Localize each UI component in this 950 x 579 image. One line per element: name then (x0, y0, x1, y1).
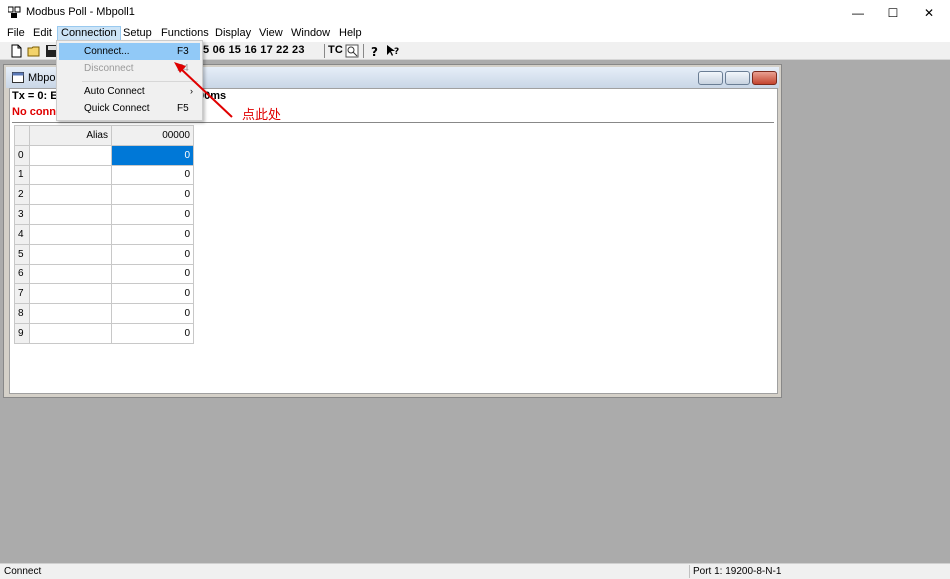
value-cell[interactable]: 0 (111, 144, 194, 166)
row-index: 9 (14, 322, 30, 344)
menu-view[interactable]: View (256, 26, 286, 41)
row-index: 4 (14, 223, 30, 245)
alias-cell[interactable] (29, 204, 112, 225)
traffic-monitor-icon[interactable] (345, 44, 359, 58)
status-divider (689, 565, 690, 578)
document-icon (12, 72, 24, 83)
table-row: 30 (14, 204, 194, 225)
status-hint: Connect (4, 566, 42, 577)
menu-setup[interactable]: Setup (120, 26, 155, 41)
minimize-button[interactable]: — (841, 0, 875, 25)
connection-status: No conne (12, 106, 63, 118)
submenu-arrow-icon: › (190, 86, 193, 96)
port-status: Port 1: 19200-8-N-1 (693, 566, 782, 577)
open-folder-icon[interactable] (27, 44, 41, 58)
maximize-button[interactable]: ☐ (876, 0, 910, 25)
tx-status: Tx = 0: E 00ms (12, 90, 227, 102)
menu-item-connect[interactable]: Connect... F3 (59, 43, 200, 60)
grid-header-row: Alias 00000 (14, 125, 194, 146)
menu-window[interactable]: Window (288, 26, 333, 41)
row-index: 3 (14, 204, 30, 225)
table-row: 60 (14, 263, 194, 285)
toolbar-separator (324, 44, 325, 58)
table-row: 20 (14, 184, 194, 206)
toolbar-separator (363, 44, 364, 58)
value-cell[interactable]: 0 (111, 184, 194, 206)
tc-button[interactable]: TC (328, 44, 343, 56)
window-title: Modbus Poll - Mbpoll1 (26, 6, 135, 18)
menu-functions[interactable]: Functions (158, 26, 212, 41)
value-cell[interactable]: 0 (111, 322, 194, 344)
child-window-title: Mbpo (28, 72, 56, 84)
row-index: 0 (14, 144, 30, 166)
alias-cell[interactable] (29, 283, 112, 305)
value-cell[interactable]: 0 (111, 263, 194, 285)
function-codes[interactable]: 5 06 15 16 17 22 23 (203, 44, 305, 56)
child-minimize-button[interactable] (698, 71, 723, 85)
menu-file[interactable]: File (4, 26, 28, 41)
menu-connection[interactable]: Connection (57, 26, 121, 41)
row-index: 1 (14, 164, 30, 186)
row-index: 2 (14, 184, 30, 206)
menu-help[interactable]: Help (336, 26, 365, 41)
grid-corner (14, 125, 30, 146)
table-row: 00 (14, 144, 194, 166)
value-cell[interactable]: 0 (111, 223, 194, 245)
child-close-button[interactable] (752, 71, 777, 85)
connection-dropdown-menu: Connect... F3 Disconnect F4 Auto Connect… (56, 40, 203, 121)
alias-cell[interactable] (29, 144, 112, 166)
help-icon[interactable]: ? (368, 44, 382, 58)
modbus-app-icon (8, 6, 21, 18)
row-index: 6 (14, 263, 30, 285)
menu-edit[interactable]: Edit (30, 26, 55, 41)
annotation-label: 点此处 (242, 108, 282, 123)
alias-cell[interactable] (29, 164, 112, 186)
status-bar: Connect Port 1: 19200-8-N-1 (0, 563, 950, 579)
menu-separator (82, 81, 198, 82)
alias-cell[interactable] (29, 303, 112, 324)
value-cell[interactable]: 0 (111, 204, 194, 225)
value-cell[interactable]: 0 (111, 164, 194, 186)
alias-cell[interactable] (29, 184, 112, 206)
alias-header: Alias (29, 125, 112, 146)
close-button[interactable]: ✕ (912, 0, 946, 25)
alias-cell[interactable] (29, 243, 112, 265)
alias-cell[interactable] (29, 223, 112, 245)
context-help-icon[interactable]: ? (386, 44, 400, 58)
value-cell[interactable]: 0 (111, 243, 194, 265)
value-cell[interactable]: 0 (111, 303, 194, 324)
menu-item-disconnect: Disconnect F4 (84, 63, 189, 74)
alias-cell[interactable] (29, 263, 112, 285)
child-restore-button[interactable] (725, 71, 750, 85)
table-row: 70 (14, 283, 194, 305)
child-window-body: Tx = 0: E 00ms No conne Alias 00000 00 10… (9, 88, 778, 394)
title-bar: Modbus Poll - Mbpoll1 — ☐ ✕ (0, 0, 950, 25)
menu-display[interactable]: Display (212, 26, 254, 41)
svg-text:?: ? (394, 47, 399, 57)
new-file-icon[interactable] (9, 44, 23, 58)
table-row: 90 (14, 322, 194, 344)
svg-text:?: ? (371, 45, 378, 58)
row-index: 5 (14, 243, 30, 265)
alias-cell[interactable] (29, 322, 112, 344)
divider (12, 122, 774, 124)
address-header: 00000 (111, 125, 194, 146)
row-index: 8 (14, 303, 30, 324)
table-row: 10 (14, 164, 194, 186)
value-cell[interactable]: 0 (111, 283, 194, 305)
menu-item-quick-connect[interactable]: Quick Connect F5 (59, 100, 200, 117)
table-row: 40 (14, 223, 194, 245)
table-row: 80 (14, 303, 194, 324)
row-index: 7 (14, 283, 30, 305)
table-row: 50 (14, 243, 194, 265)
menu-item-auto-connect[interactable]: Auto Connect › (59, 83, 200, 100)
register-grid: Alias 00000 00 10 20 30 40 50 60 70 80 9… (14, 125, 194, 344)
